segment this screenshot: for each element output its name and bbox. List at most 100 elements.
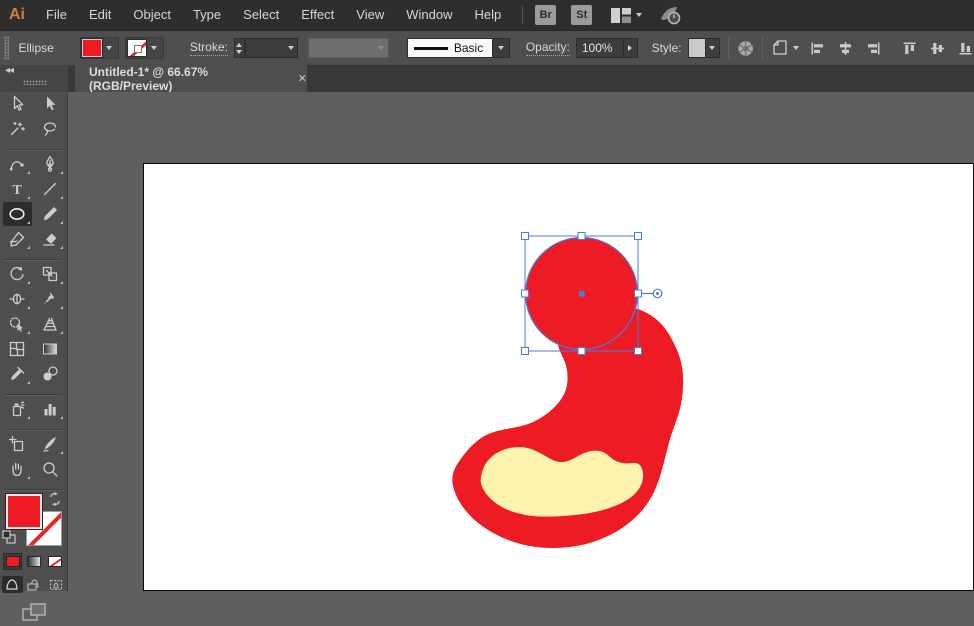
document-setup-icon (771, 39, 789, 57)
perspective-grid-tool[interactable] (36, 312, 65, 336)
eyedropper-tool[interactable] (3, 362, 32, 386)
stroke-weight-stepper[interactable] (234, 38, 245, 58)
draw-normal-button[interactable] (2, 576, 23, 593)
opacity-panel-link[interactable]: Opacity: (526, 40, 570, 56)
menu-object[interactable]: Object (122, 0, 182, 30)
align-right-icon[interactable] (865, 40, 882, 57)
blend-icon (41, 365, 59, 383)
rotate-tool[interactable] (3, 262, 32, 286)
menu-file[interactable]: File (35, 0, 78, 30)
slice-tool[interactable] (36, 432, 65, 456)
opacity-input[interactable]: 100% (576, 38, 624, 58)
menu-view[interactable]: View (345, 0, 395, 30)
shaper-tool[interactable] (3, 227, 32, 251)
collapse-tools-button[interactable]: ◂◂ (5, 65, 13, 76)
menu-effect[interactable]: Effect (290, 0, 345, 30)
pie-angle-widget[interactable] (642, 289, 662, 298)
curvature-tool[interactable] (3, 152, 32, 176)
align-horizontal-center-icon[interactable] (837, 40, 854, 57)
ellipse-tool-active[interactable] (3, 202, 32, 226)
menu-select[interactable]: Select (232, 0, 290, 30)
lasso-tool[interactable] (36, 117, 65, 141)
selection-handle[interactable] (522, 233, 529, 240)
brush-preview[interactable]: Basic (407, 38, 493, 58)
type-tool[interactable]: T (3, 177, 32, 201)
menu-type[interactable]: Type (182, 0, 232, 30)
draw-behind-button[interactable] (24, 576, 45, 593)
stroke-chevron[interactable] (147, 38, 162, 58)
symbol-sprayer-tool[interactable] (3, 397, 32, 421)
bridge-button[interactable]: Br (535, 5, 556, 25)
menu-help[interactable]: Help (463, 0, 512, 30)
selection-handle[interactable] (522, 348, 529, 355)
control-bar: Ellipse Stroke: Basic Opacity: 100% Styl… (0, 30, 974, 65)
selection-handle[interactable] (522, 290, 529, 297)
selection-handle[interactable] (578, 348, 585, 355)
magic-wand-tool[interactable] (3, 117, 32, 141)
workspace-switcher-button[interactable] (611, 8, 642, 23)
fill-color-control[interactable] (80, 37, 119, 59)
align-buttons (809, 40, 974, 57)
selection-handle[interactable] (635, 348, 642, 355)
screen-mode-button[interactable] (22, 603, 48, 621)
align-left-icon[interactable] (809, 40, 826, 57)
stroke-color-control[interactable] (125, 37, 164, 59)
default-fill-stroke-icon[interactable] (2, 530, 17, 545)
blend-tool[interactable] (36, 362, 65, 386)
align-bottom-icon[interactable] (957, 40, 974, 57)
fill-color-indicator[interactable] (6, 494, 42, 529)
puppet-warp-tool[interactable] (36, 287, 65, 311)
direct-selection-tool[interactable] (36, 92, 65, 116)
shape-properties-button[interactable] (771, 39, 799, 57)
controlbar-grip[interactable] (4, 36, 9, 60)
draw-inside-button[interactable] (45, 576, 66, 593)
stroke-none-swatch[interactable] (127, 39, 147, 57)
gradient-tool[interactable] (36, 337, 65, 361)
magnifier-icon (41, 460, 59, 478)
tools-panel-grip[interactable] (23, 80, 47, 85)
stroke-panel-link[interactable]: Stroke: (190, 40, 228, 56)
paintbrush-tool[interactable] (36, 202, 65, 226)
pushpin-icon (41, 290, 59, 308)
line-segment-tool[interactable] (36, 177, 65, 201)
menu-edit[interactable]: Edit (78, 0, 122, 30)
canvas-pasteboard[interactable] (68, 92, 974, 591)
recolor-artwork-icon[interactable] (737, 39, 754, 58)
gradient-button[interactable] (24, 553, 43, 570)
brush-definition-control[interactable]: Basic (407, 38, 510, 58)
scale-tool[interactable] (36, 262, 65, 286)
selection-handle[interactable] (635, 290, 642, 297)
eraser-tool[interactable] (36, 227, 65, 251)
style-chevron[interactable] (706, 38, 720, 58)
selection-handle[interactable] (578, 233, 585, 240)
brush-chevron[interactable] (493, 38, 510, 58)
width-tool[interactable] (3, 287, 32, 311)
fill-chevron[interactable] (102, 38, 117, 58)
artboard-tool[interactable] (3, 432, 32, 456)
stock-button[interactable]: St (571, 5, 592, 25)
pen-tool[interactable] (36, 152, 65, 176)
hand-tool[interactable] (3, 457, 32, 481)
zoom-tool[interactable] (36, 457, 65, 481)
selection-tool[interactable] (3, 92, 32, 116)
document-tab[interactable]: Untitled-1* @ 66.67% (RGB/Preview) ✕ (75, 65, 307, 92)
mesh-tool[interactable] (3, 337, 32, 361)
color-button[interactable] (3, 553, 22, 570)
draw-inside-icon (49, 579, 63, 591)
stroke-weight-dropdown[interactable] (245, 38, 298, 58)
selection-handle[interactable] (635, 233, 642, 240)
fill-color-swatch[interactable] (82, 39, 102, 57)
direct-selection-arrow-icon (41, 95, 59, 113)
none-button[interactable] (46, 553, 65, 570)
align-vertical-center-icon[interactable] (929, 40, 946, 57)
column-graph-tool[interactable] (36, 397, 65, 421)
gpu-performance-icon[interactable] (658, 5, 682, 25)
close-tab-icon[interactable]: ✕ (298, 72, 307, 85)
graphic-style-swatch[interactable] (688, 38, 706, 58)
align-top-icon[interactable] (901, 40, 918, 57)
shape-builder-tool[interactable] (3, 312, 32, 336)
opacity-options-button[interactable] (624, 38, 638, 58)
swap-fill-stroke-icon[interactable] (48, 492, 62, 506)
menu-window[interactable]: Window (395, 0, 463, 30)
center-point-widget[interactable] (579, 291, 585, 297)
